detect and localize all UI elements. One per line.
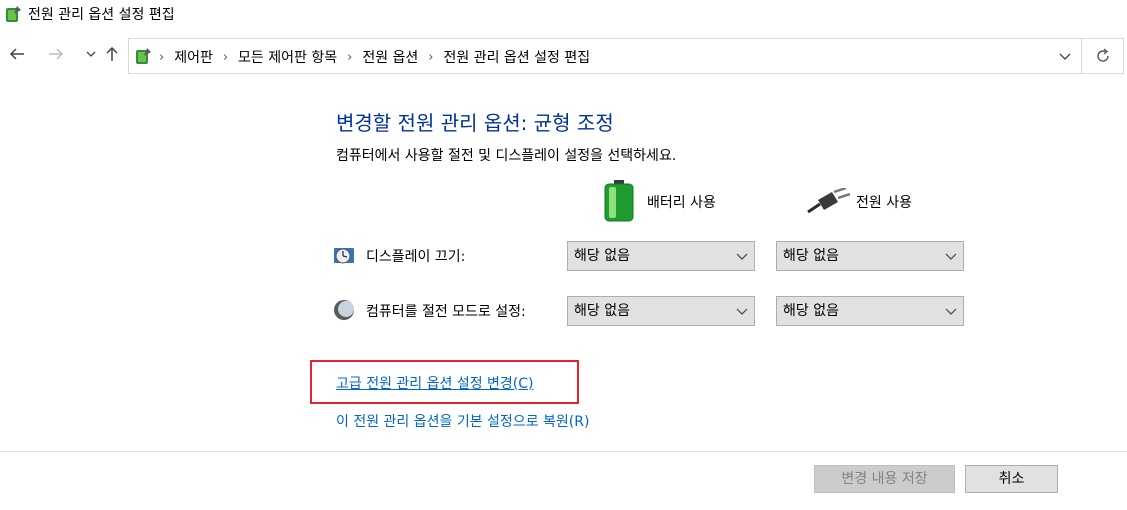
forward-arrow-icon	[49, 48, 64, 60]
cancel-button[interactable]: 취소	[965, 465, 1058, 493]
select-value: 해당 없음	[574, 303, 630, 319]
breadcrumb: › 제어판 › 모든 제어판 항목 › 전원 옵션 › 전원 관리 옵션 설정 …	[159, 47, 590, 67]
display-off-battery-select[interactable]: 해당 없음	[567, 241, 755, 271]
chevron-right-icon: ›	[159, 49, 165, 65]
sleep-moon-icon	[334, 300, 354, 320]
save-changes-button[interactable]: 변경 내용 저장	[814, 465, 955, 493]
power-options-icon	[136, 48, 151, 64]
sleep-battery-select[interactable]: 해당 없음	[567, 296, 755, 326]
breadcrumb-item-edit-plan-settings[interactable]: 전원 관리 옵션 설정 편집	[444, 47, 591, 67]
chevron-right-icon: ›	[428, 49, 434, 65]
breadcrumb-item-control-panel[interactable]: 제어판	[174, 47, 213, 67]
forward-button[interactable]	[45, 45, 67, 67]
battery-icon	[604, 180, 634, 222]
select-value: 해당 없음	[574, 248, 630, 264]
power-plug-icon	[807, 188, 850, 214]
refresh-button[interactable]	[1082, 38, 1124, 74]
sleep-plugged-select[interactable]: 해당 없음	[776, 296, 964, 326]
back-arrow-icon	[9, 48, 24, 60]
chevron-right-icon: ›	[347, 49, 353, 65]
back-button[interactable]	[6, 45, 28, 67]
plugged-in-column-label: 전원 사용	[856, 195, 912, 211]
chevron-down-icon	[736, 308, 748, 315]
chevron-down-icon	[945, 308, 957, 315]
power-options-icon	[6, 6, 21, 22]
address-dropdown-icon[interactable]	[1057, 48, 1073, 64]
sleep-mode-label: 컴퓨터를 절전 모드로 설정:	[366, 304, 526, 320]
refresh-icon	[1097, 48, 1109, 62]
restore-defaults-link[interactable]: 이 전원 관리 옵션을 기본 설정으로 복원(R)	[336, 411, 589, 431]
recent-locations-button[interactable]	[80, 45, 102, 67]
advanced-settings-link[interactable]: 고급 전원 관리 옵션 설정 변경(C)	[336, 373, 534, 393]
select-value: 해당 없음	[783, 303, 839, 319]
display-off-label: 디스플레이 끄기:	[366, 249, 466, 265]
display-off-plugged-select[interactable]: 해당 없음	[776, 241, 964, 271]
battery-column-label: 배터리 사용	[647, 195, 716, 211]
breadcrumb-item-all-control-panel-items[interactable]: 모든 제어판 항목	[238, 47, 337, 67]
chevron-down-icon	[736, 253, 748, 260]
address-bar[interactable]: › 제어판 › 모든 제어판 항목 › 전원 옵션 › 전원 관리 옵션 설정 …	[128, 38, 1082, 74]
title-bar: 전원 관리 옵션 설정 편집	[0, 0, 1127, 28]
up-button[interactable]	[101, 45, 123, 67]
up-arrow-icon	[106, 46, 118, 61]
display-timer-icon	[334, 248, 354, 264]
select-value: 해당 없음	[783, 248, 839, 264]
footer-divider	[0, 451, 1127, 452]
chevron-right-icon: ›	[222, 49, 229, 65]
chevron-down-icon	[945, 253, 957, 260]
window-title: 전원 관리 옵션 설정 편집	[28, 7, 175, 23]
breadcrumb-item-power-options[interactable]: 전원 옵션	[362, 47, 418, 67]
chevron-down-icon	[86, 51, 96, 57]
page-heading: 변경할 전원 관리 옵션: 균형 조정	[336, 111, 614, 135]
page-description: 컴퓨터에서 사용할 절전 및 디스플레이 설정을 선택하세요.	[336, 148, 677, 164]
